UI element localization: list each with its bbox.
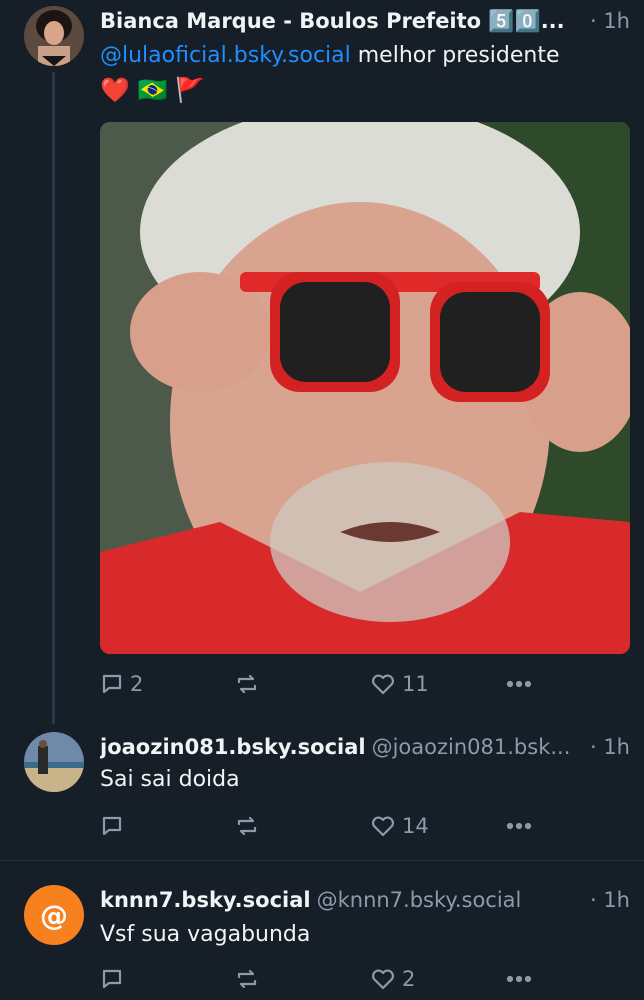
like-count: 2 <box>402 967 416 991</box>
post-joaozin[interactable]: joaozin081.bsky.social @joaozin081.bsk...… <box>0 724 644 860</box>
repost-icon <box>237 674 257 694</box>
post-text: @lulaoficial.bsky.social melhor presiden… <box>100 40 624 72</box>
post-time[interactable]: · 1h <box>581 885 630 915</box>
post-knnn7[interactable]: @ knnn7.bsky.social @knnn7.bsky.social · … <box>0 861 644 1000</box>
avatar-joaozin[interactable] <box>24 732 84 792</box>
reply-icon <box>102 969 122 989</box>
post-body: melhor presidente <box>350 43 560 68</box>
post-actions: 2 <box>100 963 540 995</box>
author-handle[interactable]: @knnn7.bsky.social <box>317 888 522 912</box>
author-handle[interactable]: @joaozin081.bsk... <box>372 735 571 759</box>
repost-button[interactable] <box>234 668 260 700</box>
like-button[interactable]: 11 <box>370 668 429 700</box>
avatar-photo <box>24 6 84 66</box>
repost-button[interactable] <box>234 963 260 995</box>
post-image[interactable] <box>100 122 630 654</box>
reply-icon <box>102 674 122 694</box>
post-body: Sai sai doida <box>100 767 240 792</box>
reply-icon <box>102 816 122 836</box>
like-icon <box>372 674 394 695</box>
post-header: Bianca Marque - Boulos Prefeito 5️⃣0️⃣..… <box>100 6 630 36</box>
mention-link[interactable]: @lulaoficial.bsky.social <box>100 43 351 68</box>
like-button[interactable]: 14 <box>370 810 429 842</box>
like-count: 11 <box>402 672 429 696</box>
reply-button[interactable] <box>100 963 124 995</box>
like-icon <box>372 969 394 990</box>
post-actions: 2 11 <box>100 668 540 700</box>
post-header: knnn7.bsky.social @knnn7.bsky.social · 1h <box>100 885 630 915</box>
repost-icon <box>237 969 257 989</box>
more-icon <box>506 680 532 688</box>
image-photo <box>100 122 630 654</box>
post-time[interactable]: · 1h <box>581 732 630 762</box>
thread-line <box>52 72 55 724</box>
like-button[interactable]: 2 <box>370 963 415 995</box>
reply-button[interactable]: 2 <box>100 668 143 700</box>
author-name[interactable]: knnn7.bsky.social <box>100 888 311 912</box>
post-header: joaozin081.bsky.social @joaozin081.bsk...… <box>100 732 630 762</box>
repost-button[interactable] <box>234 810 260 842</box>
avatar-bianca[interactable] <box>24 6 84 66</box>
post-time[interactable]: · 1h <box>581 6 630 36</box>
post-bianca[interactable]: Bianca Marque - Boulos Prefeito 5️⃣0️⃣..… <box>0 0 644 724</box>
more-icon <box>506 975 532 983</box>
emoji-line: ❤️ 🇧🇷 🚩 <box>100 76 205 104</box>
more-button[interactable] <box>504 668 534 700</box>
reply-button[interactable] <box>100 810 124 842</box>
at-sign-icon: @ <box>40 898 68 932</box>
more-button[interactable] <box>504 810 534 842</box>
repost-icon <box>237 816 257 836</box>
author-name[interactable]: Bianca Marque - Boulos Prefeito 5️⃣0️⃣..… <box>100 9 565 33</box>
more-button[interactable] <box>504 963 534 995</box>
post-body: Vsf sua vagabunda <box>100 922 311 947</box>
like-count: 14 <box>402 814 429 838</box>
post-actions: 14 <box>100 810 540 842</box>
like-icon <box>372 816 394 837</box>
reply-count: 2 <box>130 672 144 696</box>
author-name[interactable]: joaozin081.bsky.social <box>100 735 366 759</box>
avatar-knnn7[interactable]: @ <box>24 885 84 945</box>
more-icon <box>506 822 532 830</box>
avatar-photo <box>24 732 84 792</box>
